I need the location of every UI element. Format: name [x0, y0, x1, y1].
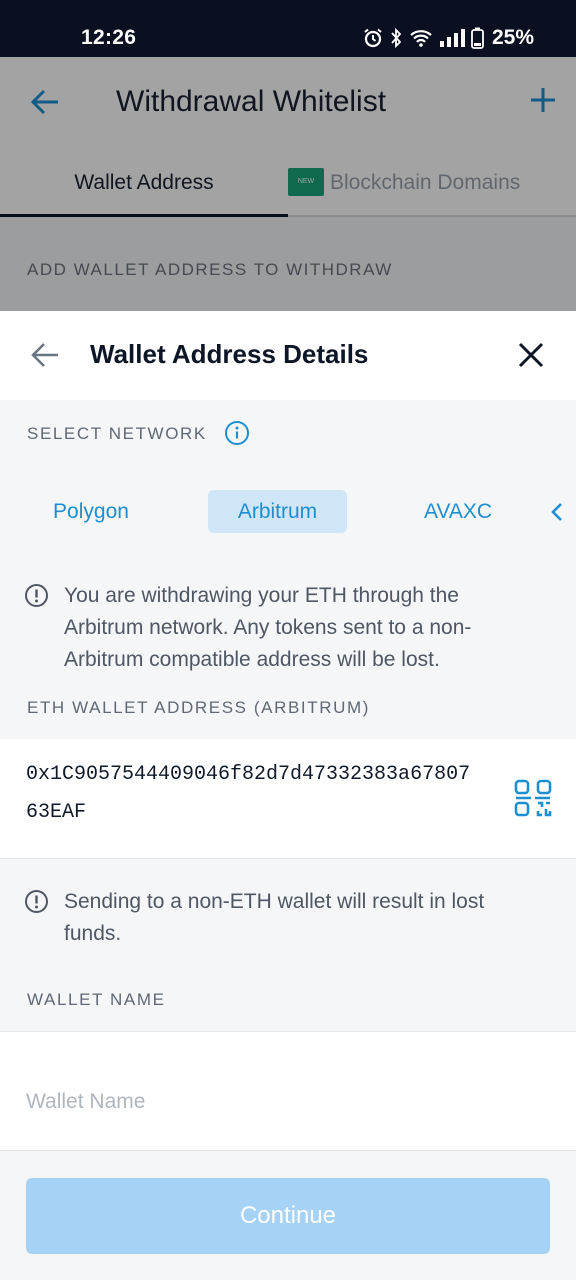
signal-icon — [439, 29, 465, 47]
network-avaxc[interactable]: AVAXC — [408, 490, 508, 533]
network-polygon[interactable]: Polygon — [31, 490, 151, 533]
bluetooth-icon — [391, 28, 402, 48]
network-arbitrum[interactable]: Arbitrum — [208, 490, 347, 533]
status-time: 12:26 — [81, 26, 137, 49]
qr-scan-icon[interactable] — [514, 779, 552, 817]
network-warning: You are withdrawing your ETH through the… — [24, 580, 544, 680]
battery-icon — [471, 27, 484, 49]
wallet-name-label: WALLET NAME — [27, 990, 166, 1009]
sheet-header: Wallet Address Details — [0, 311, 576, 400]
wallet-address-field[interactable]: 0x1C9057544409046f82d7d47332383a6780763E… — [0, 739, 576, 859]
chevron-left-icon[interactable] — [549, 501, 565, 523]
status-icons: 25% — [363, 26, 534, 50]
alert-icon — [25, 584, 48, 607]
wallet-address-value[interactable]: 0x1C9057544409046f82d7d47332383a6780763E… — [26, 756, 476, 832]
address-warning: Sending to a non-ETH wallet will result … — [24, 886, 544, 956]
info-icon[interactable] — [224, 420, 250, 446]
sheet-title: Wallet Address Details — [90, 339, 369, 369]
alarm-icon — [364, 28, 382, 48]
wifi-icon — [410, 30, 432, 47]
wallet-address-details-sheet: Wallet Address Details SELECT NETWORK Po… — [0, 311, 576, 1280]
network-warning-text: You are withdrawing your ETH through the… — [64, 584, 472, 671]
close-icon[interactable] — [515, 339, 547, 371]
alert-icon — [25, 890, 48, 913]
back-arrow-icon[interactable] — [28, 338, 62, 372]
continue-button[interactable]: Continue — [26, 1178, 550, 1254]
select-network-label: SELECT NETWORK — [27, 424, 207, 443]
modal-backdrop[interactable] — [0, 57, 576, 311]
address-label: ETH WALLET ADDRESS (ARBITRUM) — [27, 698, 370, 717]
wallet-name-field[interactable] — [0, 1031, 576, 1151]
status-bar: 12:26 25% — [0, 0, 576, 57]
address-warning-text: Sending to a non-ETH wallet will result … — [64, 890, 485, 945]
wallet-name-input[interactable] — [0, 1032, 576, 1150]
battery-percent: 25% — [491, 26, 534, 49]
